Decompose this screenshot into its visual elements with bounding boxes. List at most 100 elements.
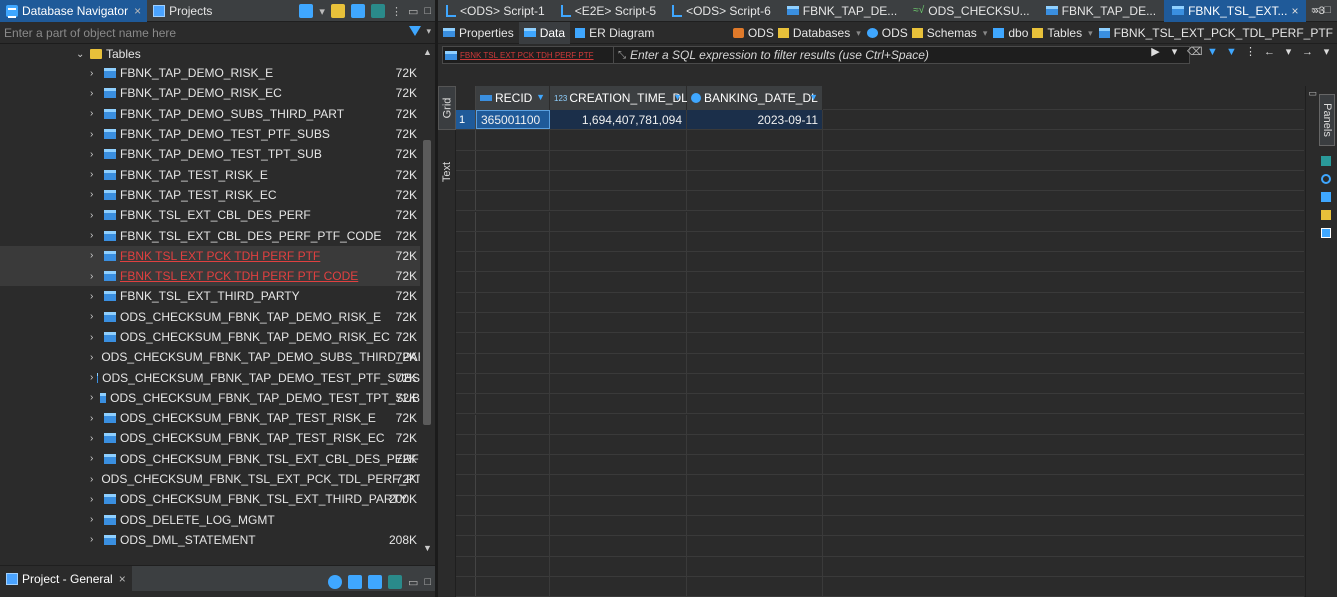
- cell-recid[interactable]: [476, 536, 550, 556]
- table-row[interactable]: [456, 536, 1304, 557]
- cell-creation-time[interactable]: [550, 434, 687, 455]
- cell-banking-date[interactable]: [687, 434, 823, 455]
- cell-recid[interactable]: [476, 252, 550, 272]
- cell-banking-date[interactable]: [687, 252, 823, 272]
- cell-creation-time[interactable]: [550, 475, 687, 495]
- erase-filter-icon[interactable]: ⌫: [1187, 46, 1203, 59]
- scroll-down-icon[interactable]: ▼: [423, 543, 432, 553]
- cell-recid[interactable]: [476, 130, 550, 150]
- maximize-icon[interactable]: □: [424, 576, 431, 588]
- apply-filter-icon[interactable]: ▶: [1149, 46, 1162, 59]
- chevron-right-icon[interactable]: ›: [90, 514, 100, 525]
- row-number[interactable]: [456, 373, 476, 394]
- column-header-creation-time[interactable]: 123 CREATION_TIME_DL ▼: [550, 86, 688, 110]
- cell-recid[interactable]: [476, 475, 550, 495]
- tree-item-table[interactable]: › ODS_DML_STATEMENT 208K: [0, 530, 420, 550]
- table-row[interactable]: [456, 475, 1304, 496]
- cell-banking-date[interactable]: [687, 292, 823, 312]
- minimize-icon[interactable]: ▭: [408, 576, 418, 589]
- chevron-right-icon[interactable]: ›: [90, 230, 100, 241]
- row-number[interactable]: [456, 495, 476, 515]
- row-number[interactable]: [456, 394, 476, 414]
- collapse-icon[interactable]: [350, 4, 365, 18]
- connect-icon[interactable]: [299, 4, 314, 18]
- chevron-right-icon[interactable]: ›: [90, 474, 93, 485]
- cell-recid[interactable]: [476, 211, 550, 231]
- metadata-icon[interactable]: [1321, 192, 1331, 202]
- cell-creation-time[interactable]: [550, 231, 687, 252]
- cell-banking-date[interactable]: [687, 495, 823, 515]
- row-number[interactable]: [456, 434, 476, 455]
- chevron-right-icon[interactable]: ›: [90, 494, 100, 505]
- cell-recid[interactable]: [476, 292, 550, 312]
- chevron-right-icon[interactable]: ›: [90, 392, 96, 403]
- tree-item-table[interactable]: › ODS_CHECKSUM_FBNK_TAP_DEMO_RISK_EC 72K: [0, 327, 420, 347]
- tree-item-table[interactable]: › ODS_CHECKSUM_FBNK_TAP_DEMO_TEST_TPT_SUB…: [0, 388, 420, 408]
- tree-item-table[interactable]: › ODS_CHECKSUM_FBNK_TSL_EXT_PCK_TDL_PERF_…: [0, 469, 420, 489]
- tab-grid-view[interactable]: Grid: [438, 86, 456, 130]
- cell-banking-date[interactable]: [687, 536, 823, 556]
- table-row[interactable]: [456, 211, 1304, 232]
- cell-creation-time[interactable]: [550, 292, 687, 312]
- row-number[interactable]: [456, 150, 476, 170]
- row-number[interactable]: [456, 516, 476, 536]
- close-icon[interactable]: ×: [119, 572, 126, 586]
- cell-banking-date[interactable]: [687, 576, 823, 597]
- maximize-icon[interactable]: □: [424, 5, 431, 17]
- cell-recid[interactable]: [476, 455, 550, 475]
- tree-item-table[interactable]: › FBNK_TSL_EXT_CBL_DES_PERF 72K: [0, 205, 420, 225]
- tree-item-table[interactable]: › FBNK TSL EXT PCK TDH PERF PTF CODE 72K: [0, 265, 420, 287]
- row-number[interactable]: [456, 130, 476, 150]
- chevron-right-icon[interactable]: ›: [90, 108, 100, 119]
- table-row[interactable]: [456, 455, 1304, 476]
- cell-creation-time[interactable]: [550, 272, 687, 292]
- chevron-down-icon[interactable]: ▾: [426, 26, 431, 37]
- chevron-right-icon[interactable]: ›: [90, 433, 100, 444]
- tab-project-general[interactable]: Project - General ×: [0, 565, 132, 592]
- close-icon[interactable]: ×: [1291, 4, 1298, 18]
- filter-icon[interactable]: [409, 26, 421, 36]
- cell-banking-date[interactable]: [687, 150, 823, 170]
- cell-creation-time[interactable]: [550, 394, 687, 414]
- breadcrumb-item[interactable]: Schemas: [927, 26, 977, 40]
- tree-item-table[interactable]: › ODS_CHECKSUM_FBNK_TSL_EXT_THIRD_PARTY 20…: [0, 489, 420, 509]
- cell-banking-date[interactable]: [687, 231, 823, 252]
- cell-recid[interactable]: [476, 495, 550, 515]
- tree-item-table[interactable]: › FBNK_TAP_TEST_RISK_EC 72K: [0, 185, 420, 205]
- forward-icon[interactable]: →: [1301, 46, 1314, 59]
- chevron-right-icon[interactable]: ›: [90, 534, 100, 545]
- cell-recid[interactable]: [476, 516, 550, 536]
- minimize-icon[interactable]: ▭: [1308, 88, 1317, 99]
- results-grid[interactable]: RECID ▼ 123 CREATION_TIME_DL ▼ BANKING_D…: [456, 86, 1304, 597]
- chevron-right-icon[interactable]: ›: [90, 88, 100, 99]
- tree-item-table[interactable]: › ODS_CHECKSUM_FBNK_TSL_EXT_CBL_DES_PERF 7…: [0, 449, 420, 469]
- more-icon[interactable]: ⋮: [391, 5, 402, 18]
- cell-creation-time[interactable]: [550, 150, 687, 170]
- chevron-down-icon[interactable]: ▾: [1088, 28, 1093, 39]
- filter-history-icon[interactable]: ▾: [1168, 46, 1181, 59]
- cell-banking-date[interactable]: [687, 333, 823, 353]
- cell-creation-time[interactable]: [550, 536, 687, 556]
- chevron-right-icon[interactable]: ›: [90, 189, 100, 200]
- row-number[interactable]: [456, 414, 476, 434]
- table-row[interactable]: [456, 556, 1304, 577]
- chevron-down-icon[interactable]: ▾: [1320, 46, 1333, 59]
- cell-recid[interactable]: [476, 272, 550, 292]
- configure-icon[interactable]: [327, 575, 342, 589]
- row-number[interactable]: [456, 252, 476, 272]
- cell-recid[interactable]: [476, 333, 550, 353]
- column-header-banking-date[interactable]: BANKING_DATE_DL ▼: [687, 86, 823, 110]
- filter-expression-box[interactable]: ⤡: [614, 46, 1190, 64]
- cell-creation-time[interactable]: 1,694,407,781,094: [550, 110, 687, 130]
- cell-recid[interactable]: 365001100: [476, 110, 550, 130]
- chevron-right-icon[interactable]: ›: [90, 129, 100, 140]
- cell-banking-date[interactable]: [687, 272, 823, 292]
- table-row[interactable]: [456, 414, 1304, 435]
- table-row[interactable]: [456, 373, 1304, 395]
- row-number[interactable]: [456, 170, 476, 191]
- cell-recid[interactable]: [476, 313, 550, 333]
- breadcrumb-item[interactable]: Databases: [793, 26, 850, 40]
- sort-icon[interactable]: ▼: [809, 92, 818, 102]
- chevron-right-icon[interactable]: ›: [90, 332, 100, 343]
- minimize-icon[interactable]: ▭: [408, 5, 418, 18]
